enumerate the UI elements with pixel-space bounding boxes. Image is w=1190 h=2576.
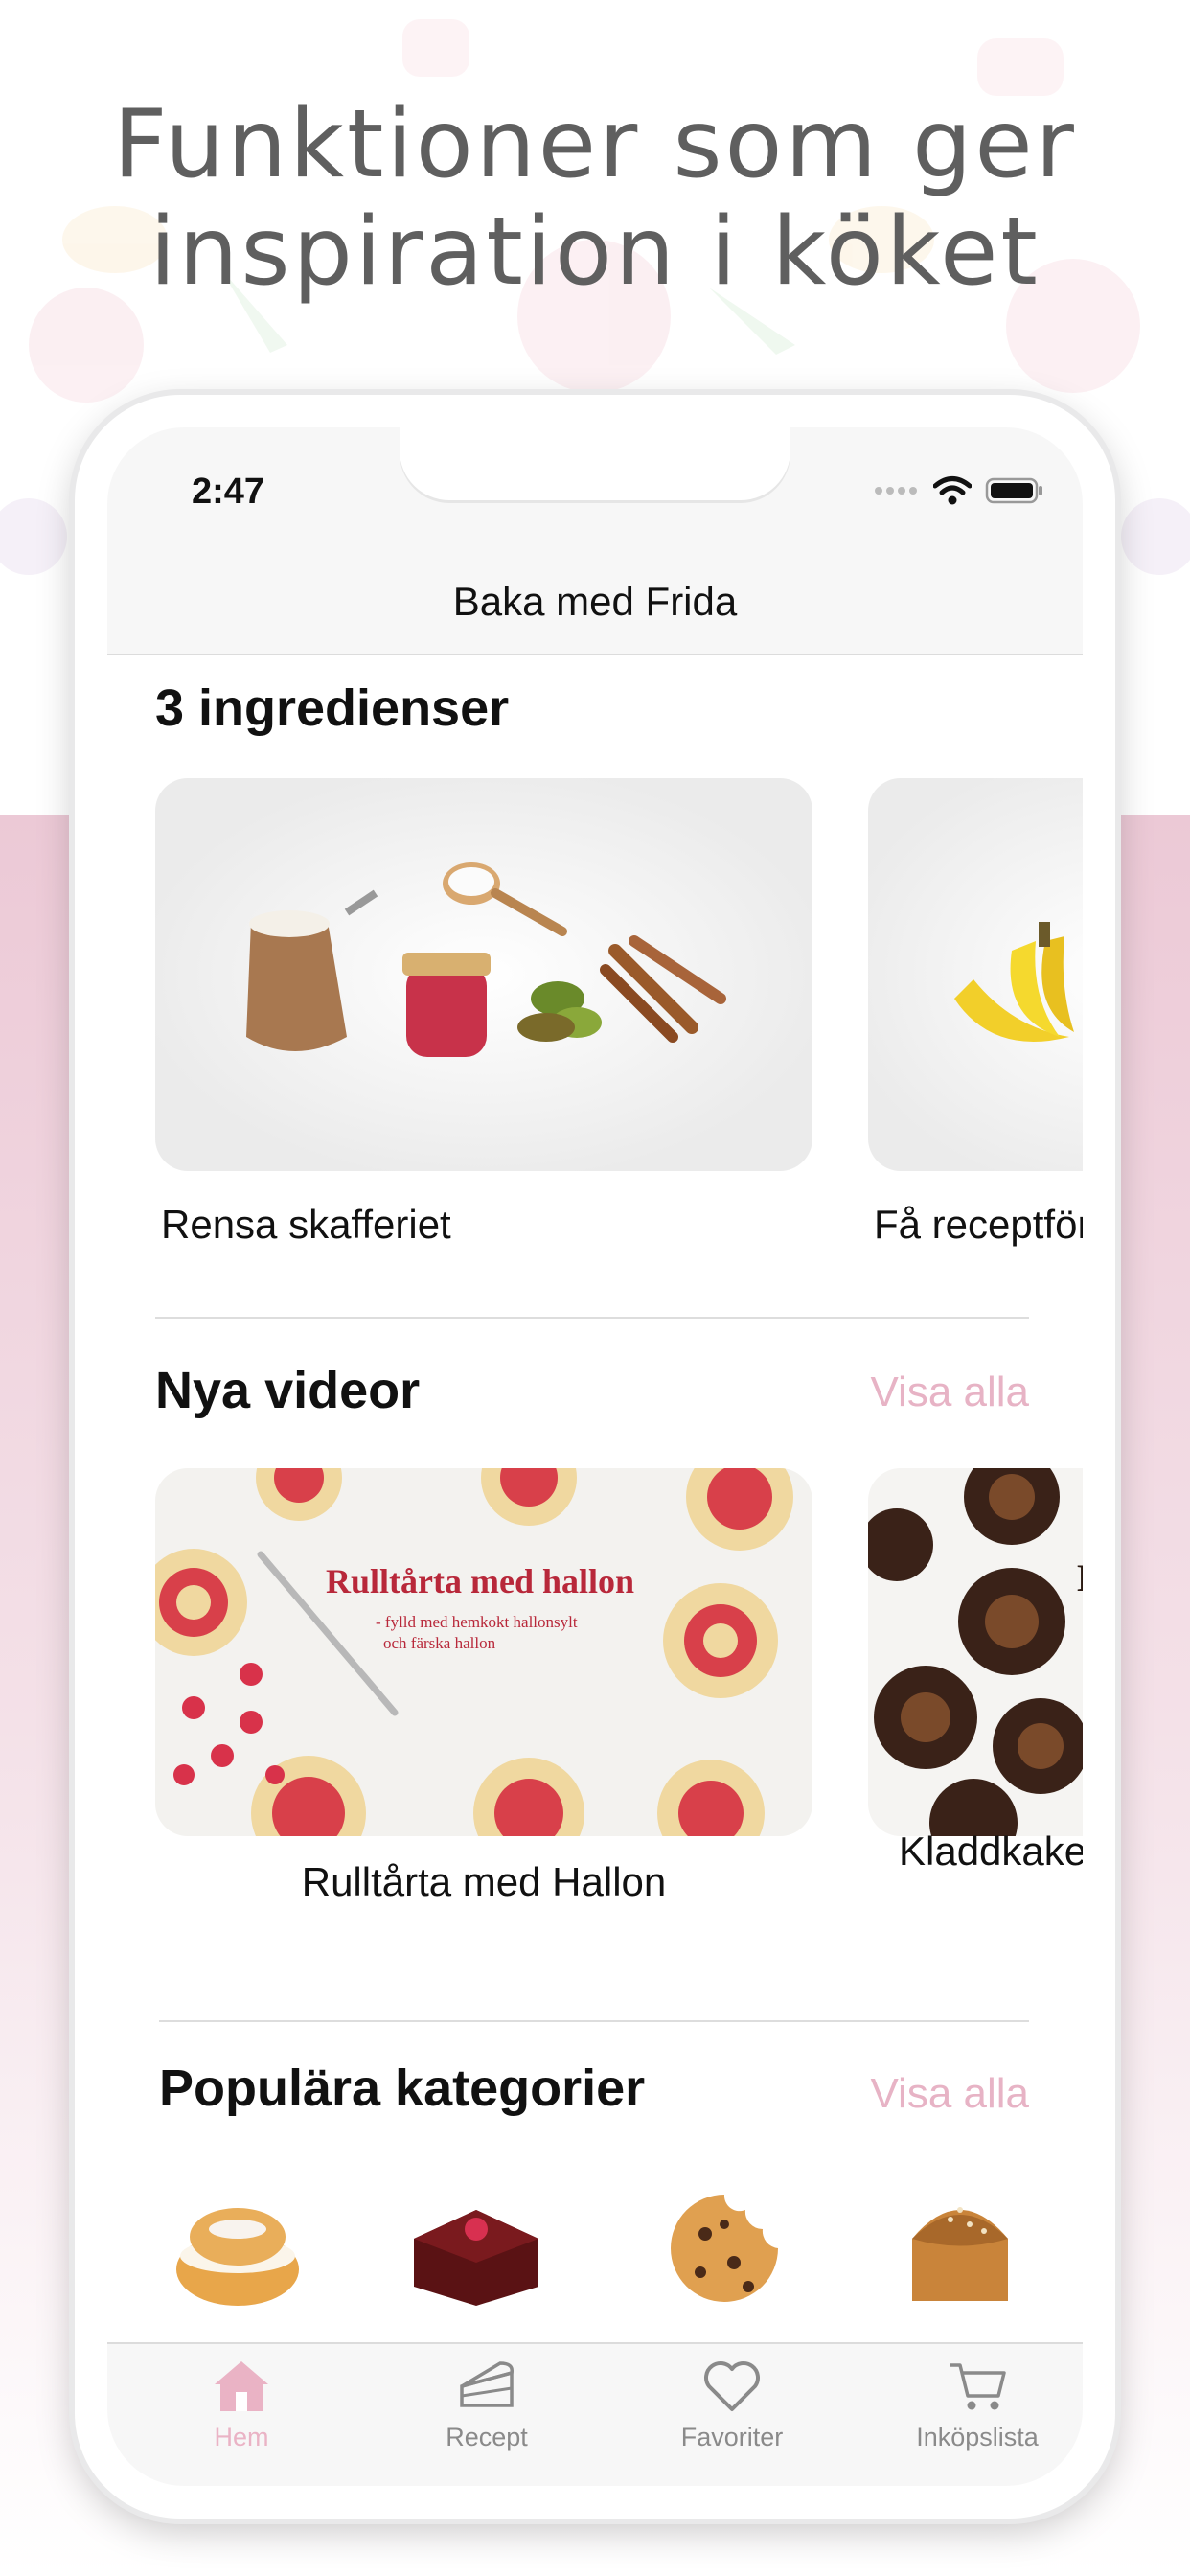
section-divider (159, 2020, 1029, 2022)
status-time: 2:47 (192, 472, 265, 512)
categories-see-all-link[interactable]: Visa alla (870, 2070, 1029, 2118)
tab-label: Inköpslista (916, 2423, 1039, 2451)
tab-recept[interactable]: Recept (391, 2358, 583, 2452)
signal-dots-icon (875, 487, 917, 494)
tab-inkopslista[interactable]: Inköpslista (881, 2358, 1073, 2452)
raspberries (173, 1663, 285, 1785)
category-cookie[interactable] (657, 2181, 791, 2315)
cake-slice-icon (460, 2361, 514, 2407)
video-card-rulltarta[interactable]: Rulltårta med hallon - fylld med hemkokt… (155, 1468, 812, 1836)
video-card-label: Rulltårta med Hallon (301, 1859, 667, 1904)
videos-see-all-link[interactable]: Visa alla (870, 1368, 1029, 1416)
section-title-ingredients: 3 ingredienser (155, 679, 510, 737)
brownie-icon (414, 2210, 538, 2306)
bread-icon (912, 2207, 1008, 2301)
category-brownie[interactable] (404, 2181, 548, 2315)
semla-icon (176, 2208, 299, 2306)
rulltarta-thumbnail: Rulltårta med hallon - fylld med hemkokt… (155, 1468, 793, 1836)
phone-frame: 2:47 Baka med Frida 3 ingredienser Rensa… (75, 395, 1115, 2518)
ingredients-card-label: Få receptför (874, 1202, 1083, 1247)
thumbnail-subtitle: - fylld med hemkokt hallonsylt (376, 1613, 578, 1631)
category-semla[interactable] (171, 2181, 305, 2315)
tab-label: Recept (446, 2423, 528, 2451)
ingredients-card-bananas[interactable] (868, 778, 1083, 1171)
section-title-videos: Nya videor (155, 1362, 421, 1419)
battery-icon (985, 477, 1042, 504)
bananas-image (954, 922, 1074, 1042)
thumbnail-title: Kl (1077, 1556, 1083, 1599)
promo-headline: Funktioner som ger inspiration i köket (0, 91, 1190, 306)
thumbnail-title: Rulltårta med hallon (326, 1562, 634, 1600)
home-icon (215, 2361, 268, 2411)
navigation-bar: Baka med Frida (107, 542, 1083, 656)
cookie-icon (671, 2195, 778, 2302)
status-icons (874, 475, 1044, 506)
video-card-kladdkaka[interactable]: Kl (868, 1468, 1083, 1836)
heart-icon (704, 2361, 760, 2411)
tab-hem[interactable]: Hem (146, 2358, 337, 2452)
ingredients-card-pantry[interactable] (155, 778, 812, 1171)
video-card-label: Kladdkake (899, 1828, 1083, 1874)
cart-icon (950, 2363, 1006, 2410)
cake-roll-slices (155, 1468, 793, 1836)
app-screen: 2:47 Baka med Frida 3 ingredienser Rensa… (107, 427, 1083, 2486)
wifi-icon (933, 476, 972, 505)
section-divider (155, 1317, 1029, 1319)
tab-favoriter[interactable]: Favoriter (636, 2358, 828, 2452)
tab-label: Favoriter (680, 2423, 784, 2451)
nav-title: Baka med Frida (452, 579, 738, 624)
phone-notch (400, 427, 790, 500)
pantry-ingredients-image (246, 862, 726, 1057)
section-title-categories: Populära kategorier (159, 2059, 646, 2117)
category-bread[interactable] (893, 2181, 1027, 2315)
tab-bar: Hem Recept Favoriter Inköpslista (107, 2342, 1083, 2486)
tab-label: Hem (214, 2423, 269, 2451)
promo-headline-line-1: Funktioner som ger (113, 90, 1077, 199)
kladdkaka-thumbnail: Kl (868, 1468, 1083, 1836)
ingredients-card-label: Rensa skafferiet (161, 1202, 451, 1247)
promo-headline-line-2: inspiration i köket (149, 197, 1041, 307)
thumbnail-subtitle: och färska hallon (383, 1634, 496, 1652)
